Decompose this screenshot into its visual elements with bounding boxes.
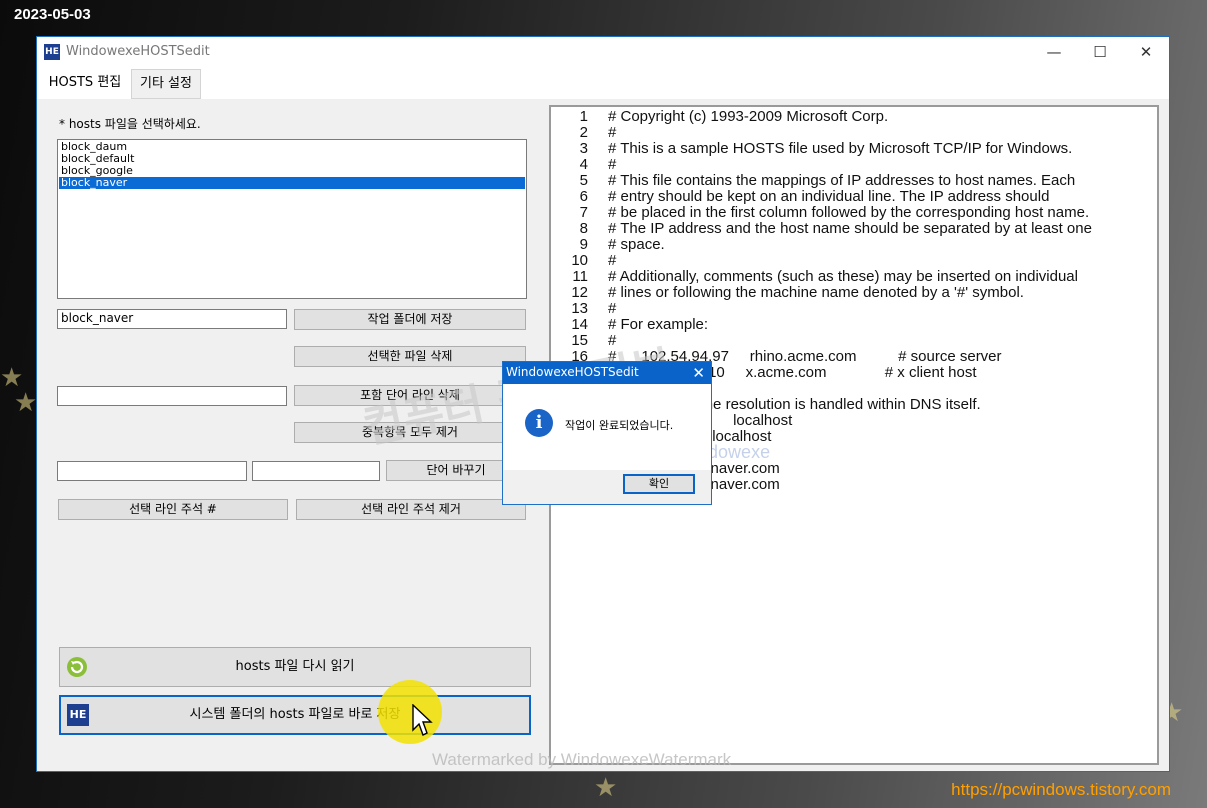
mouse-cursor-icon	[412, 704, 433, 736]
dialog-close-button[interactable]: ✕	[692, 362, 705, 384]
line-number: 12	[571, 284, 588, 301]
line-text: # Copyright (c) 1993-2009 Microsoft Corp…	[608, 108, 889, 125]
line-text: # entry should be kept on an individual …	[608, 188, 1050, 205]
editor-line[interactable]: 4 #	[551, 157, 1157, 173]
app-icon: HE	[44, 44, 60, 60]
hosts-file-list[interactable]: block_daum block_default block_google bl…	[57, 139, 527, 299]
editor-line[interactable]: 12 # lines or following the machine name …	[551, 285, 1157, 301]
line-number: 5	[579, 172, 588, 189]
info-icon: i	[525, 409, 553, 437]
he-logo-icon: HE	[67, 704, 89, 726]
line-text: # Additionally, comments (such as these)…	[608, 268, 1078, 285]
editor-line[interactable]: 5 # This file contains the mappings of IP…	[551, 173, 1157, 189]
dialog-title-bar[interactable]: WindowexeHOSTSedit ✕	[503, 362, 711, 384]
editor-line[interactable]: 3 # This is a sample HOSTS file used by M…	[551, 141, 1157, 157]
line-number: 11	[572, 268, 588, 285]
uncomment-selected-lines-button[interactable]: 선택 라인 주석 제거	[296, 499, 526, 520]
line-text: # be placed in the first column followed…	[608, 204, 1090, 221]
dialog-message: 작업이 완료되었습니다.	[565, 419, 674, 432]
comment-selected-lines-button[interactable]: 선택 라인 주석 #	[58, 499, 288, 520]
line-number: 13	[571, 300, 588, 317]
line-number: 7	[579, 204, 588, 221]
tab-strip: HOSTS 편집 기타 설정	[37, 67, 1169, 100]
replace-word-input[interactable]	[252, 461, 380, 481]
contains-word-input[interactable]	[57, 386, 287, 406]
line-text: # This file contains the mappings of IP …	[608, 172, 1076, 189]
reload-hosts-button[interactable]: hosts 파일 다시 읽기	[59, 647, 531, 687]
capture-date: 2023-05-03	[14, 6, 91, 23]
ok-button[interactable]: 확인	[623, 474, 695, 494]
editor-line[interactable]: 8 # The IP address and the host name shou…	[551, 221, 1157, 237]
line-text: # space.	[608, 236, 665, 253]
editor-line[interactable]: 13 #	[551, 301, 1157, 317]
line-number: 1	[579, 108, 588, 125]
minimize-button[interactable]: —	[1031, 37, 1077, 67]
editor-line[interactable]: 10 #	[551, 253, 1157, 269]
line-number: 8	[579, 220, 588, 237]
blog-url: https://pcwindows.tistory.com	[951, 780, 1171, 799]
line-text: # lines or following the machine name de…	[608, 284, 1024, 301]
filename-input[interactable]: block_naver	[57, 309, 287, 329]
line-text: # This is a sample HOSTS file used by Mi…	[608, 140, 1073, 157]
reload-icon	[67, 657, 87, 677]
line-number: 2	[579, 124, 588, 141]
line-number: 9	[579, 236, 588, 253]
editor-line[interactable]: 1 # Copyright (c) 1993-2009 Microsoft Cor…	[551, 109, 1157, 125]
window-title: WindowexeHOSTSedit	[66, 44, 210, 59]
line-number: 4	[579, 156, 588, 173]
close-button[interactable]: ✕	[1123, 37, 1169, 67]
save-to-system-label: 시스템 폴더의 hosts 파일로 바로 저장	[189, 707, 401, 722]
save-to-work-folder-button[interactable]: 작업 폴더에 저장	[294, 309, 526, 330]
line-number: 14	[571, 316, 588, 333]
star-decoration: ★	[14, 388, 38, 418]
line-text: #	[608, 300, 617, 317]
title-bar[interactable]: HE WindowexeHOSTSedit — ☐ ✕	[37, 37, 1169, 67]
watermark-line-2: Watermarked by WindowexeWatermark	[432, 750, 732, 769]
save-to-system-button[interactable]: HE 시스템 폴더의 hosts 파일로 바로 저장	[59, 695, 531, 735]
find-word-input[interactable]	[57, 461, 247, 481]
list-item[interactable]: block_google	[59, 165, 525, 177]
line-text: # The IP address and the host name shoul…	[608, 220, 1092, 237]
line-text: #	[608, 252, 617, 269]
line-text: #	[608, 156, 617, 173]
tab-hosts-edit[interactable]: HOSTS 편집	[41, 69, 129, 99]
reload-hosts-label: hosts 파일 다시 읽기	[235, 659, 355, 674]
editor-line[interactable]: 7 # be placed in the first column followe…	[551, 205, 1157, 221]
editor-line[interactable]: 6 # entry should be kept on an individual…	[551, 189, 1157, 205]
editor-line[interactable]: 11 # Additionally, comments (such as thes…	[551, 269, 1157, 285]
tab-other-settings[interactable]: 기타 설정	[131, 69, 201, 99]
editor-line[interactable]: 2 #	[551, 125, 1157, 141]
star-decoration: ★	[594, 773, 618, 803]
instruction-label: * hosts 파일을 선택하세요.	[59, 117, 201, 131]
dialog-title: WindowexeHOSTSedit	[506, 365, 639, 379]
maximize-button[interactable]: ☐	[1077, 37, 1123, 67]
editor-line[interactable]: 9 # space.	[551, 237, 1157, 253]
line-number: 6	[579, 188, 588, 205]
line-number: 3	[579, 140, 588, 157]
list-item-selected[interactable]: block_naver	[59, 177, 525, 189]
line-text: #	[608, 124, 617, 141]
completion-dialog: WindowexeHOSTSedit ✕ i 작업이 완료되었습니다. 확인	[502, 361, 712, 505]
line-number: 10	[571, 252, 588, 269]
editor-line[interactable]: 14 # For example:	[551, 317, 1157, 333]
